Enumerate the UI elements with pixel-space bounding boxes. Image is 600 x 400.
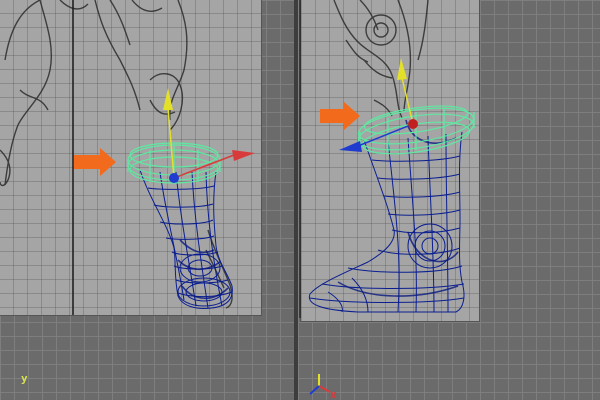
annotation-arrow-icon [74,148,116,176]
axis-x-label: x [330,388,337,400]
front-viewport[interactable]: y [0,0,294,400]
pivot-point [408,119,418,129]
front-viewport-scene [0,0,255,315]
boot-wireframe [308,131,465,313]
move-manipulator-icon [163,88,255,183]
selected-curve-ring [357,105,475,155]
axis-gizmo-icon [309,374,331,395]
boot-wireframe-dense [177,239,229,300]
z-axis-handle [339,141,362,152]
side-viewport-scene [299,0,475,395]
reference-sketch [333,0,429,119]
pivot-point [169,173,179,183]
reference-sketch [0,0,233,309]
axis-y-label: y [21,372,28,385]
y-axis-handle [163,88,173,110]
move-manipulator-icon [339,58,418,152]
boot-wireframe [139,169,233,309]
side-viewport[interactable]: x [298,0,600,400]
x-axis-handle [232,150,255,161]
y-axis-handle [397,58,407,80]
annotation-arrow-icon [320,102,360,130]
